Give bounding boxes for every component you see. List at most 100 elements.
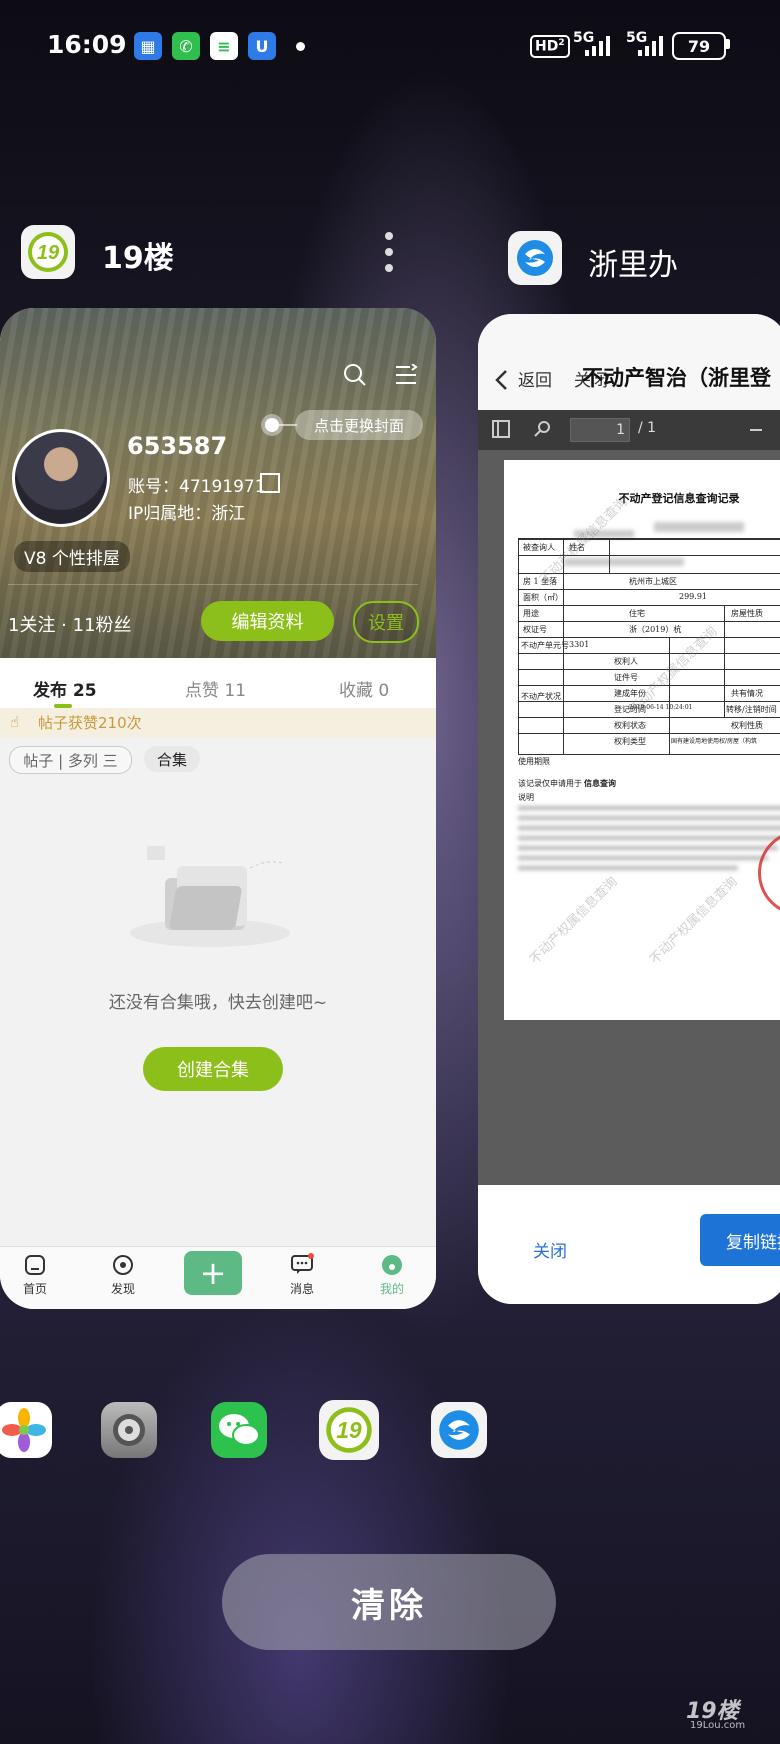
notes-label: 说明 [518, 793, 534, 802]
signal-bars-1-icon [585, 34, 610, 56]
profile-divider [8, 584, 418, 585]
page-number-input[interactable]: 1 [570, 418, 630, 442]
create-collection-button[interactable]: 创建合集 [143, 1047, 283, 1091]
purpose-value: 信息查询 [584, 778, 616, 788]
tab-favorites[interactable]: 收藏 0 [339, 676, 389, 701]
zoom-out-icon[interactable] [750, 429, 762, 431]
site-watermark-url: 19Lou.com [690, 1720, 746, 1731]
avatar[interactable] [12, 429, 110, 527]
nav-messages[interactable]: 消息 [272, 1253, 332, 1297]
photos-flower-icon [2, 1408, 46, 1452]
edit-profile-button[interactable]: 编辑资料 [201, 601, 334, 641]
settings-icon[interactable] [101, 1402, 157, 1458]
change-cover-button[interactable]: 点击更换封面 [295, 410, 423, 440]
photos-icon[interactable] [0, 1402, 52, 1458]
zheliban-logo-icon [439, 1410, 479, 1450]
battery-tip [726, 39, 730, 49]
wechat-icon[interactable] [211, 1402, 267, 1458]
qr-code-icon[interactable] [260, 473, 280, 493]
cell-right-type-value: 国有建设用地使用权/房屋（构筑 [671, 738, 758, 745]
left-app-name: 19楼 [102, 241, 174, 276]
hd-sub: 2 [558, 38, 565, 48]
message-icon: ≡ [210, 32, 238, 60]
battery-icon: 79 [672, 32, 726, 60]
hd-label: HD [535, 38, 559, 55]
cell-area-value: 299.91 [679, 592, 707, 601]
cell-unit-value: 3301 [569, 640, 590, 649]
shield-icon: U [248, 32, 276, 60]
message-icon [291, 1253, 314, 1274]
filter-chip-collections[interactable]: 合集 [144, 746, 200, 772]
bottom-nav: 首页 发现 + 消息 我的 [0, 1246, 436, 1309]
recent-card-zheliban[interactable]: 返回 关闭 不动产智治（浙里登 1 / 1 不动产登记信息查询记录 被查询人 姓… [478, 314, 780, 1304]
nav-discover-label: 发现 [110, 1282, 135, 1296]
nav-mine[interactable]: 我的 [362, 1253, 422, 1297]
close-button[interactable]: 关闭 [533, 1237, 567, 1262]
nav-home-label: 首页 [22, 1282, 47, 1296]
copy-link-button[interactable]: 复制链接 [700, 1214, 780, 1266]
zheliban-dock-icon[interactable] [431, 1402, 487, 1458]
cell-owner-label: 权利人 [614, 657, 638, 666]
status-time: 16:09 [47, 30, 127, 59]
empty-state-text: 还没有合集哦，快去创建吧~ [108, 993, 328, 1013]
tab-likes[interactable]: 点赞 11 [185, 676, 246, 701]
page-title: 不动产智治（浙里登 [582, 366, 771, 390]
19lou-dock-icon[interactable]: 19 [319, 1400, 379, 1460]
hd-voice-indicator: HD2 [530, 35, 570, 58]
back-chevron-icon[interactable] [494, 369, 508, 391]
19lou-app-icon[interactable]: 19 [21, 225, 75, 279]
follow-stats[interactable]: 1关注 · 11粉丝 [8, 611, 132, 637]
cell-term-label: 使用期限 [518, 757, 550, 766]
phone-icon: ✆ [172, 32, 200, 60]
settings-button[interactable]: 设置 [353, 601, 419, 643]
search-icon[interactable] [342, 362, 368, 388]
19lou-logo-icon: 19 [28, 232, 68, 272]
zheliban-app-icon[interactable] [508, 231, 562, 285]
cell-cert-label: 权证号 [523, 625, 547, 634]
sidebar-toggle-icon[interactable] [492, 420, 510, 438]
thumb-icon: ☝ [10, 713, 20, 731]
profile-icon [382, 1255, 402, 1275]
home-icon [25, 1255, 45, 1275]
level-badge[interactable]: V8 个性排屋 [14, 541, 130, 572]
doc-title: 不动产登记信息查询记录 [618, 492, 740, 505]
cell-transfer-label: 转移/注销时间 [726, 705, 777, 714]
cover-handle [265, 418, 279, 432]
post-plus-button[interactable]: + [184, 1251, 242, 1295]
empty-folder-illustration [130, 846, 290, 947]
watermark-text: 不动产权属信息查询 [527, 874, 621, 968]
official-seal [758, 830, 780, 916]
cell-location: 杭州市上城区 [629, 577, 677, 586]
right-app-name: 浙里办 [588, 248, 678, 283]
clear-all-button[interactable]: 清除 [222, 1554, 556, 1650]
cell-cert-value: 浙（2019）杭 [629, 625, 682, 634]
nav-home[interactable]: 首页 [5, 1253, 65, 1297]
cell-id-label: 证件号 [614, 673, 638, 682]
pdf-search-icon[interactable] [534, 420, 552, 438]
nav-discover[interactable]: 发现 [93, 1253, 153, 1297]
app-notification-icon: ▦ [134, 32, 162, 60]
ip-location: IP归属地：浙江 [128, 504, 246, 524]
more-options-icon[interactable] [384, 232, 394, 272]
cell-area-label: 面积（㎡） [523, 593, 563, 602]
zheliban-logo-icon [517, 240, 553, 276]
filter-chip-posts[interactable]: 帖子 | 多列 三 [9, 746, 132, 774]
cell-use-label: 用途 [523, 609, 539, 618]
page-total: / 1 [638, 420, 657, 436]
discover-icon [113, 1255, 133, 1275]
cell-checked-person: 被查询人 [523, 543, 555, 552]
gear-icon [113, 1414, 145, 1446]
username: 653587 [127, 432, 228, 460]
pdf-page: 不动产登记信息查询记录 被查询人 姓名 房 1 坐落 杭州市上城区 面积（㎡） … [504, 460, 780, 1020]
wechat-bubbles-icon [219, 1414, 260, 1446]
cell-right-nature-label: 权利性质 [731, 721, 763, 730]
watermark-text: 不动产权属信息查询 [647, 874, 741, 968]
svg-text:19: 19 [336, 1417, 362, 1443]
back-button[interactable]: 返回 [518, 366, 552, 391]
nav-messages-label: 消息 [289, 1282, 314, 1296]
cell-right-type-label: 权利类型 [614, 737, 646, 746]
likes-banner-text: 帖子获赞210次 [38, 714, 142, 732]
tab-posts[interactable]: 发布 25 [33, 676, 97, 701]
menu-icon[interactable] [394, 364, 418, 386]
recent-card-19lou[interactable]: 点击更换封面 653587 账号：47191971 IP归属地：浙江 V8 个性… [0, 308, 436, 1309]
